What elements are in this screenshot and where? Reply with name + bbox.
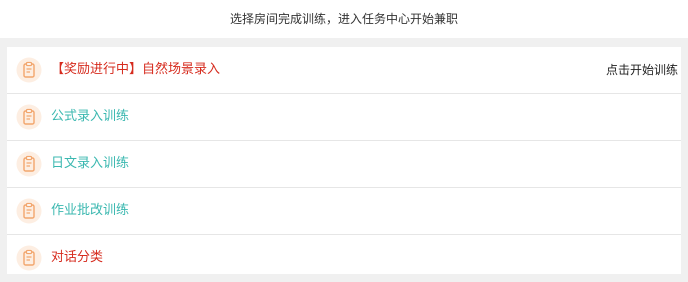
header-instruction: 选择房间完成训练，进入任务中心开始兼职 xyxy=(229,12,458,26)
room-item-dialogue[interactable]: 对话分类 xyxy=(7,235,681,282)
clipboard-icon xyxy=(16,198,42,224)
room-label: 日文录入训练 xyxy=(51,156,130,171)
room-label: 【奖励进行中】自然场景录入 xyxy=(51,62,221,77)
room-item-japanese[interactable]: 日文录入训练 xyxy=(7,141,681,188)
room-item-homework[interactable]: 作业批改训练 xyxy=(7,188,681,235)
clipboard-icon xyxy=(16,57,42,83)
clipboard-icon xyxy=(16,151,42,177)
training-room-list: 【奖励进行中】自然场景录入 点击开始训练 公式录入训练 日文录入训练 作业批改训… xyxy=(7,47,681,274)
room-label: 作业批改训练 xyxy=(51,203,130,218)
room-item-natural-scene[interactable]: 【奖励进行中】自然场景录入 点击开始训练 xyxy=(7,47,681,94)
start-training-button[interactable]: 点击开始训练 xyxy=(606,63,678,78)
room-label: 公式录入训练 xyxy=(51,109,130,124)
clipboard-icon xyxy=(16,245,42,271)
room-label: 对话分类 xyxy=(51,250,104,265)
page-header: 选择房间完成训练，进入任务中心开始兼职 xyxy=(0,0,688,38)
room-item-formula[interactable]: 公式录入训练 xyxy=(7,94,681,141)
clipboard-icon xyxy=(16,104,42,130)
